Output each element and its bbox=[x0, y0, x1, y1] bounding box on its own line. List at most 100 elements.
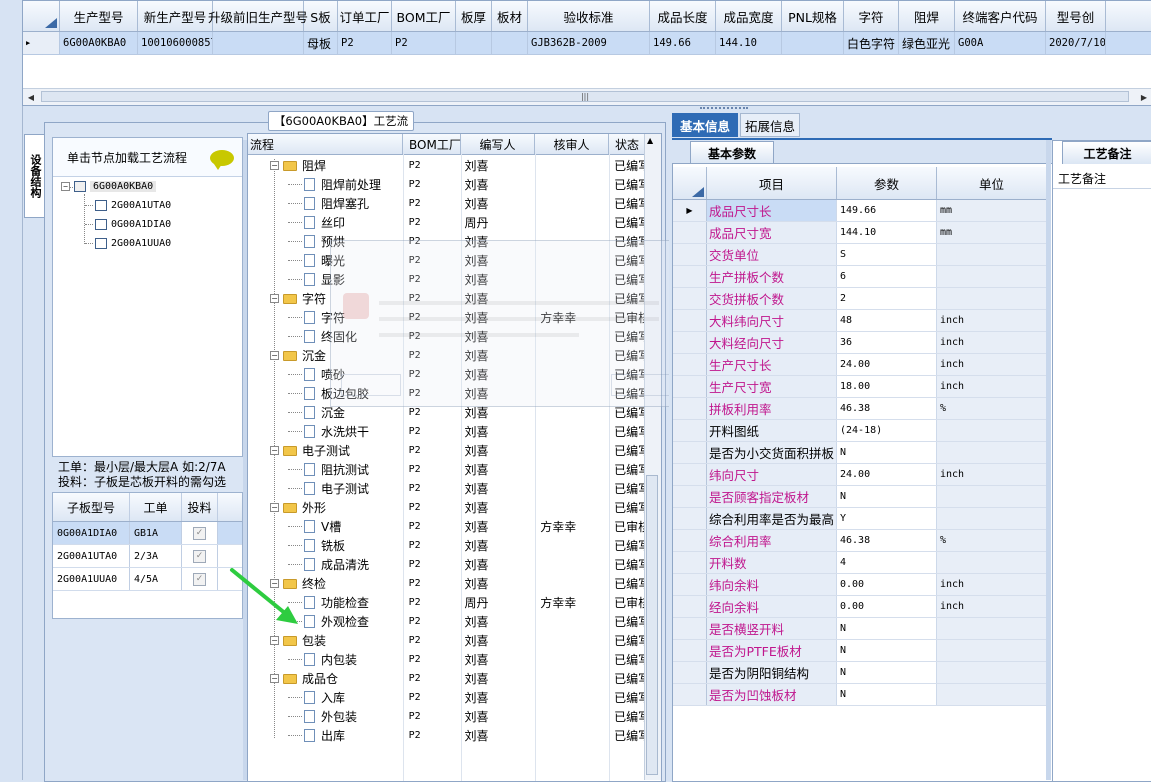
param-value[interactable]: 0.00 bbox=[837, 596, 937, 617]
param-row[interactable]: 拼板利用率 46.38% bbox=[673, 398, 1048, 420]
process-row[interactable]: − 外形 P2 刘喜 已编写 bbox=[248, 498, 645, 517]
row-selector[interactable] bbox=[673, 464, 707, 485]
process-row[interactable]: 入库 P2 刘喜 已编写 bbox=[248, 688, 645, 707]
scroll-left-icon[interactable]: ◀ bbox=[23, 89, 39, 105]
col-header[interactable]: 阻焊 bbox=[899, 1, 955, 31]
table-row[interactable]: 2G00A1UUA0 4/5A ✓ bbox=[53, 568, 242, 591]
collapse-icon[interactable]: − bbox=[270, 446, 279, 455]
param-row[interactable]: 经向余料 0.00 inch bbox=[673, 596, 1048, 618]
col-header[interactable]: 成品宽度 bbox=[716, 1, 782, 31]
row-selector[interactable] bbox=[673, 332, 707, 353]
cell[interactable]: 144.10 bbox=[716, 32, 782, 54]
cell[interactable]: GJB362B-2009 bbox=[528, 32, 650, 54]
param-value[interactable]: 149.66 bbox=[837, 200, 937, 221]
cell[interactable]: 2020/7/10 bbox=[1046, 32, 1106, 54]
param-value[interactable]: 0.00 bbox=[837, 574, 937, 595]
param-value[interactable]: S bbox=[837, 244, 937, 265]
param-row[interactable]: 交货单位 S bbox=[673, 244, 1048, 266]
table-row[interactable]: 2G00A1UTA0 2/3A ✓ bbox=[53, 545, 242, 568]
scroll-thumb[interactable] bbox=[646, 475, 658, 775]
order-grid-row[interactable]: ▶6G00A0KBA010010600085770母板P2P2GJB362B-2… bbox=[23, 32, 1151, 55]
process-row[interactable]: 外观检查 P2 刘喜 已编写 bbox=[248, 612, 645, 631]
param-row[interactable]: 是否横竖开料 N bbox=[673, 618, 1048, 640]
col-header[interactable]: 终端客户代码 bbox=[955, 1, 1046, 31]
param-value[interactable]: 48 bbox=[837, 310, 937, 331]
row-selector[interactable] bbox=[673, 596, 707, 617]
param-row[interactable]: 大料经向尺寸 36 inch bbox=[673, 332, 1048, 354]
param-value[interactable]: 46.38 bbox=[837, 530, 937, 551]
param-value[interactable]: 24.00 bbox=[837, 464, 937, 485]
param-value[interactable]: 46.38 bbox=[837, 398, 937, 419]
panel-splitter[interactable] bbox=[1046, 140, 1051, 780]
row-selector[interactable] bbox=[673, 640, 707, 661]
tree-child-node[interactable]: 0G00A1DIA0 bbox=[85, 219, 171, 230]
cell-order[interactable]: GB1A bbox=[130, 522, 182, 544]
param-row[interactable]: 纬向余料 0.00 inch bbox=[673, 574, 1048, 596]
row-selector[interactable] bbox=[673, 530, 707, 551]
tab-extended-info[interactable]: 拓展信息 bbox=[740, 113, 800, 137]
cell[interactable]: 白色字符 bbox=[844, 32, 899, 54]
param-value[interactable]: N bbox=[837, 640, 937, 661]
collapse-icon[interactable]: − bbox=[270, 161, 279, 170]
process-row[interactable]: 阻焊塞孔 P2 刘喜 已编写 bbox=[248, 194, 645, 213]
param-row[interactable]: ▶ 成品尺寸长 149.66 mm bbox=[673, 200, 1048, 222]
param-row[interactable]: 生产拼板个数 6 bbox=[673, 266, 1048, 288]
feed-checkbox[interactable]: ✓ bbox=[193, 549, 206, 563]
tab-process-remark[interactable]: 工艺备注 bbox=[1062, 141, 1151, 164]
param-value[interactable]: N bbox=[837, 442, 937, 463]
tab-basic-info[interactable]: 基本信息 bbox=[672, 113, 738, 137]
param-row[interactable]: 开料图纸 (24-18) bbox=[673, 420, 1048, 442]
cell[interactable]: 绿色亚光 bbox=[899, 32, 955, 54]
row-selector[interactable] bbox=[673, 420, 707, 441]
row-selector[interactable] bbox=[673, 618, 707, 639]
side-tab-device-structure[interactable]: 设备结构 bbox=[24, 134, 45, 218]
param-row[interactable]: 综合利用率 46.38% bbox=[673, 530, 1048, 552]
process-row[interactable]: −终检P2刘喜已编写 bbox=[248, 574, 645, 593]
col-header[interactable]: 板厚 bbox=[456, 1, 492, 31]
process-row[interactable]: − 包装 P2 刘喜 已编写 bbox=[248, 631, 645, 650]
row-selector[interactable] bbox=[673, 310, 707, 331]
cell[interactable]: P2 bbox=[338, 32, 392, 54]
param-row[interactable]: 生产尺寸长 24.00 inch bbox=[673, 354, 1048, 376]
param-value[interactable]: 36 bbox=[837, 332, 937, 353]
cell[interactable]: P2 bbox=[392, 32, 456, 54]
row-selector[interactable] bbox=[673, 442, 707, 463]
process-row[interactable]: 阻抗测试 P2 刘喜 已编写 bbox=[248, 460, 645, 479]
collapse-icon[interactable]: − bbox=[270, 674, 279, 683]
row-selector[interactable] bbox=[673, 354, 707, 375]
row-selector[interactable] bbox=[673, 244, 707, 265]
process-row[interactable]: 内包装 P2 刘喜 已编写 bbox=[248, 650, 645, 669]
process-row[interactable]: 外包装 P2 刘喜 已编写 bbox=[248, 707, 645, 726]
cell[interactable] bbox=[782, 32, 844, 54]
row-selector[interactable] bbox=[673, 662, 707, 683]
tree-root-node[interactable]: − 6G00A0KBA0 bbox=[61, 181, 157, 192]
cell[interactable] bbox=[492, 32, 528, 54]
tab-basic-params[interactable]: 基本参数 bbox=[690, 141, 774, 164]
row-selector[interactable] bbox=[673, 376, 707, 397]
param-row[interactable]: 大料纬向尺寸 48 inch bbox=[673, 310, 1048, 332]
collapse-icon[interactable]: − bbox=[270, 294, 279, 303]
param-value[interactable]: N bbox=[837, 662, 937, 683]
cell[interactable]: 149.66 bbox=[650, 32, 716, 54]
param-row[interactable]: 是否顾客指定板材 N bbox=[673, 486, 1048, 508]
cell-order[interactable]: 4/5A bbox=[130, 568, 182, 590]
row-selector[interactable] bbox=[673, 684, 707, 705]
col-header[interactable]: PNL规格 bbox=[782, 1, 844, 31]
collapse-icon[interactable]: − bbox=[270, 351, 279, 360]
param-value[interactable]: 18.00 bbox=[837, 376, 937, 397]
row-selector[interactable] bbox=[673, 508, 707, 529]
row-selector-icon[interactable]: ▶ bbox=[673, 200, 707, 221]
col-header[interactable]: 生产型号 bbox=[60, 1, 138, 31]
horizontal-scrollbar[interactable]: ◀ ||| ▶ bbox=[23, 88, 1151, 105]
process-row[interactable]: 功能检查 P2 周丹 方幸幸 已审核 bbox=[248, 593, 645, 612]
col-header[interactable]: 新生产型号 bbox=[138, 1, 213, 31]
param-row[interactable]: 生产尺寸宽 18.00 inch bbox=[673, 376, 1048, 398]
row-selector[interactable] bbox=[673, 266, 707, 287]
row-selector[interactable] bbox=[673, 486, 707, 507]
process-row[interactable]: − 阻焊 P2 刘喜 已编写 bbox=[248, 156, 645, 175]
cell[interactable]: 6G00A0KBA0 bbox=[60, 32, 138, 54]
cell[interactable]: 10010600085770 bbox=[138, 32, 213, 54]
tree-child-node[interactable]: 2G00A1UTA0 bbox=[85, 200, 171, 211]
param-value[interactable]: N bbox=[837, 684, 937, 705]
param-row[interactable]: 是否为阴阳铜结构 N bbox=[673, 662, 1048, 684]
